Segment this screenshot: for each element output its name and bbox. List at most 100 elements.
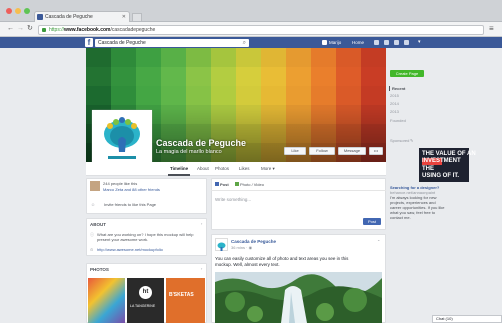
cover-mosaic-tile <box>236 67 262 87</box>
profile-picture[interactable] <box>92 110 152 170</box>
year-nav-2013[interactable]: 2013 <box>390 109 399 114</box>
search-icon[interactable]: ⌕ <box>243 39 246 47</box>
tab-more[interactable]: More ▾ <box>261 165 275 173</box>
cover-mosaic-tile <box>111 48 137 68</box>
about-header[interactable]: ABOUT <box>90 222 106 227</box>
facebook-search-input[interactable]: Cascada de Peguche ⌕ <box>95 38 249 47</box>
post-options-chevron-icon[interactable]: ⌄ <box>377 237 380 242</box>
tab-timeline[interactable]: Timeline <box>170 165 188 173</box>
tab-about[interactable]: About <box>197 165 209 173</box>
post-button[interactable]: Post <box>363 218 381 225</box>
back-arrow-icon[interactable]: ← <box>7 24 14 34</box>
pencil-icon <box>215 182 219 186</box>
address-bar[interactable]: https://www.facebook.com/cascadadepeguch… <box>38 24 484 35</box>
post-tab-label: Post <box>220 182 229 187</box>
cover-mosaic-tile <box>111 67 137 87</box>
reload-icon[interactable]: ↻ <box>27 24 33 34</box>
peacock-logo-icon <box>217 242 226 251</box>
minimize-window-icon[interactable] <box>15 8 21 14</box>
photo-video-label: Photo / Video <box>240 182 264 187</box>
like-label: Like <box>291 148 299 153</box>
photo-logo: ht <box>139 286 152 299</box>
user-avatar-icon[interactable] <box>322 40 327 45</box>
tab-title: Cascada de Peguche <box>45 14 93 20</box>
notifications-icon[interactable] <box>394 40 399 45</box>
follow-button[interactable]: Follow <box>309 147 335 155</box>
photo-thumbnail[interactable]: ht LA TANGERINE <box>127 278 164 323</box>
sponsored-label: Sponsored <box>390 138 410 143</box>
cover-mosaic-tile <box>211 67 237 87</box>
ad-headline-line4: USING OF IT. <box>422 173 460 179</box>
friend-requests-icon[interactable] <box>374 40 379 45</box>
maximize-window-icon[interactable] <box>24 8 30 14</box>
cover-mosaic-tile <box>236 86 262 106</box>
page-nav-bar <box>86 162 386 176</box>
invite-icon: ☺ <box>91 202 96 207</box>
browser-tab[interactable]: Cascada de Peguche ✕ <box>34 11 130 22</box>
photos-arrow-icon[interactable]: › <box>201 266 202 271</box>
messages-icon[interactable] <box>384 40 389 45</box>
cover-mosaic-tile <box>336 48 362 68</box>
more-options-button[interactable]: ••• <box>369 147 383 155</box>
photo-caption: LA TANGERINE <box>130 304 156 308</box>
year-nav-recent[interactable]: Recent <box>389 86 405 91</box>
close-tab-icon[interactable]: ✕ <box>122 12 126 22</box>
cover-mosaic-tile <box>361 86 386 106</box>
post-author-name[interactable]: Cascada de Peguche <box>231 239 276 244</box>
post-photo[interactable] <box>215 272 382 323</box>
cover-mosaic-tile <box>186 48 212 68</box>
cover-mosaic-tile <box>161 86 187 106</box>
tab-photos[interactable]: Photos <box>215 165 229 173</box>
account-menu-icon[interactable]: ▾ <box>418 37 421 48</box>
composer-input[interactable]: Write something... <box>215 197 251 202</box>
year-nav-founded[interactable]: Founded <box>390 118 406 123</box>
follow-label: Follow <box>316 148 328 153</box>
like-button[interactable]: Like <box>284 147 306 155</box>
post-tab[interactable]: Post <box>215 182 229 187</box>
facebook-top-bar <box>0 37 502 48</box>
facebook-logo-icon[interactable]: f <box>85 38 93 47</box>
sponsored-edit-icon[interactable]: ✎ <box>410 138 413 143</box>
tab-likes[interactable]: Likes <box>239 165 250 173</box>
likes-count-text: 244 people like this <box>103 181 138 186</box>
invite-friends-link[interactable]: Invite friends to like this Page <box>104 202 156 207</box>
ad-body-line5: contact me. <box>390 215 411 220</box>
chat-bar[interactable]: Chat (10) <box>432 315 502 323</box>
cover-mosaic-tile <box>311 86 337 106</box>
message-label: Message <box>343 148 361 153</box>
cover-mosaic-tile <box>211 86 237 106</box>
cover-mosaic-tile <box>186 86 212 106</box>
likes-friends-text[interactable]: Marco Zeta and 88 other friends <box>103 187 160 192</box>
home-link[interactable]: Home <box>352 37 364 48</box>
about-arrow-icon[interactable]: › <box>201 221 202 226</box>
waterfall-photo <box>215 272 382 323</box>
cover-mosaic-tile <box>86 86 112 106</box>
post-text-line1: You can easily customize all of photo an… <box>215 256 349 261</box>
about-website-link[interactable]: http://www.awesome.net/mockupfolio <box>97 247 163 252</box>
photo-thumbnail[interactable] <box>88 278 125 323</box>
cover-mosaic-tile <box>261 48 287 68</box>
create-page-button[interactable]: Create Page <box>390 70 424 77</box>
facebook-favicon-icon <box>37 14 43 20</box>
forward-arrow-icon[interactable]: → <box>17 24 24 34</box>
photo-video-tab[interactable]: Photo / Video <box>235 182 264 187</box>
profile-link[interactable]: Marijo <box>329 37 341 48</box>
photos-header[interactable]: PHOTOS <box>90 267 109 272</box>
year-nav-2015[interactable]: 2015 <box>390 93 399 98</box>
message-button[interactable]: Message <box>338 147 366 155</box>
post-timestamp[interactable]: 36 mins · ◉ <box>231 245 252 250</box>
photo-thumbnail[interactable]: B'SKETAS <box>166 278 205 323</box>
cover-mosaic-tile <box>136 48 162 68</box>
privacy-icon[interactable] <box>404 40 409 45</box>
cover-mosaic-tile <box>286 67 312 87</box>
photo-caption: B'SKETAS <box>169 292 194 298</box>
cover-mosaic-tile <box>161 67 187 87</box>
close-window-icon[interactable] <box>6 8 12 14</box>
year-nav-2014[interactable]: 2014 <box>390 101 399 106</box>
cover-mosaic-tile <box>311 48 337 68</box>
cover-mosaic-tile <box>361 67 386 87</box>
post-author-avatar[interactable] <box>215 238 228 251</box>
hamburger-icon[interactable]: ≡ <box>489 24 494 34</box>
new-tab-button[interactable] <box>132 13 142 21</box>
ad-image[interactable]: THE VALUE OF AN INVESTMENT THE USING OF … <box>419 148 476 182</box>
